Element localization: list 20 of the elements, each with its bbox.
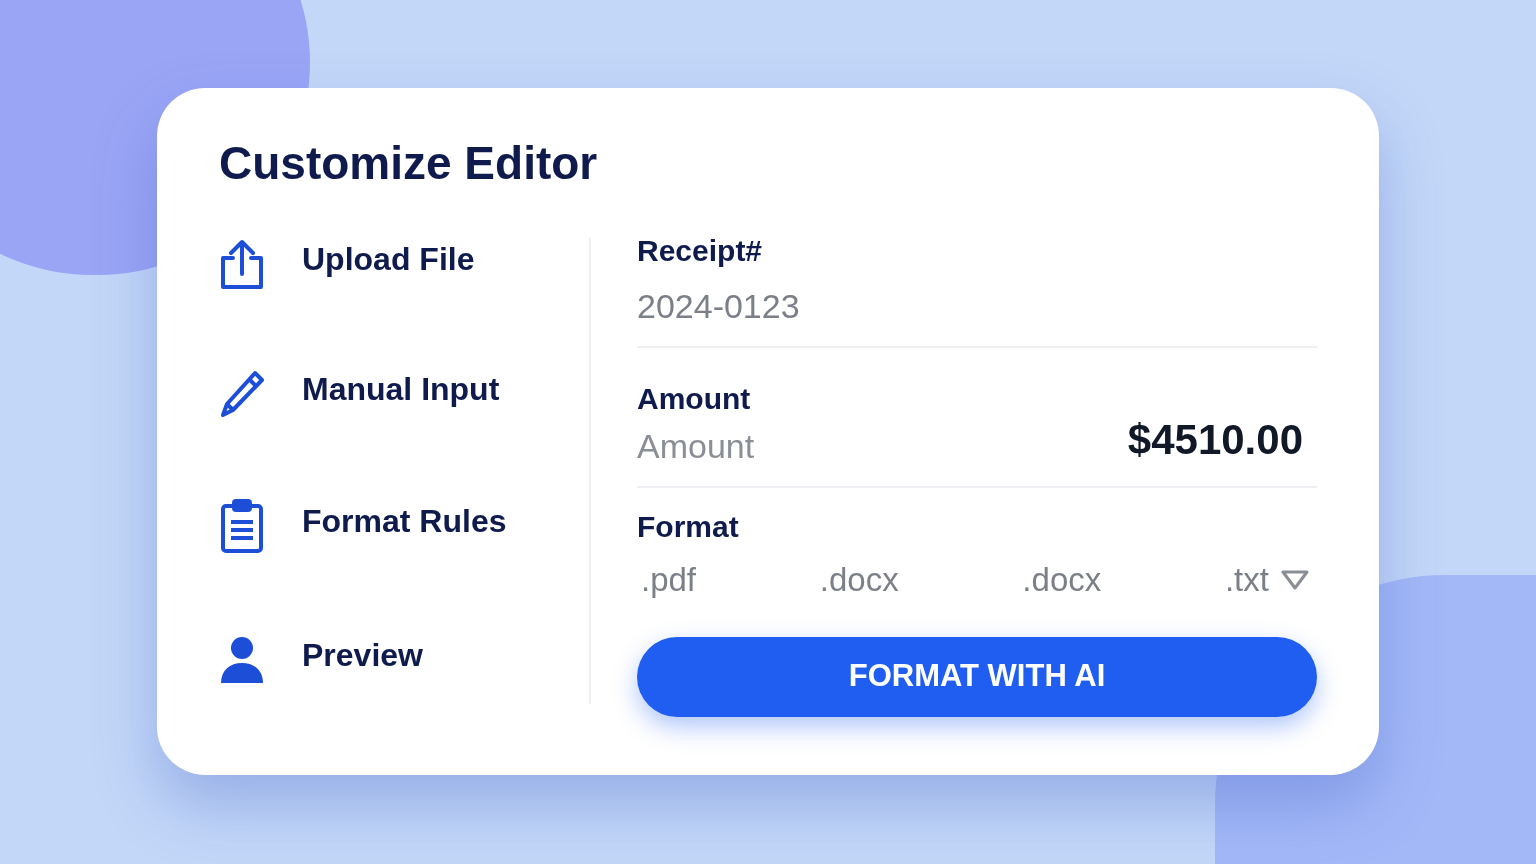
- upload-icon: [219, 238, 265, 290]
- pencil-icon: [219, 369, 265, 419]
- card-title: Customize Editor: [219, 140, 599, 186]
- format-option[interactable]: .docx: [1022, 555, 1102, 605]
- menu-item[interactable]: Preview: [302, 631, 423, 679]
- format-option[interactable]: .docx: [819, 555, 899, 605]
- amount-field[interactable]: Amount $4510.00: [637, 421, 1317, 472]
- clipboard-icon: [220, 498, 264, 554]
- format-option[interactable]: .txt: [1224, 555, 1269, 605]
- menu-item[interactable]: Format Rules: [302, 497, 507, 545]
- field-label: Format: [637, 509, 740, 545]
- menu-item[interactable]: Manual Input: [302, 365, 500, 413]
- format-button[interactable]: FORMAT WITH AI: [637, 636, 1317, 717]
- person-icon: [219, 636, 265, 684]
- menu-item[interactable]: Upload File: [302, 235, 475, 283]
- format-option[interactable]: .pdf: [641, 555, 697, 605]
- field-label: Amount: [637, 381, 752, 417]
- field-label: Receipt#: [637, 233, 764, 269]
- dropdown-caret-icon[interactable]: [1280, 569, 1309, 590]
- receipt-field[interactable]: 2024-0123: [637, 281, 1317, 332]
